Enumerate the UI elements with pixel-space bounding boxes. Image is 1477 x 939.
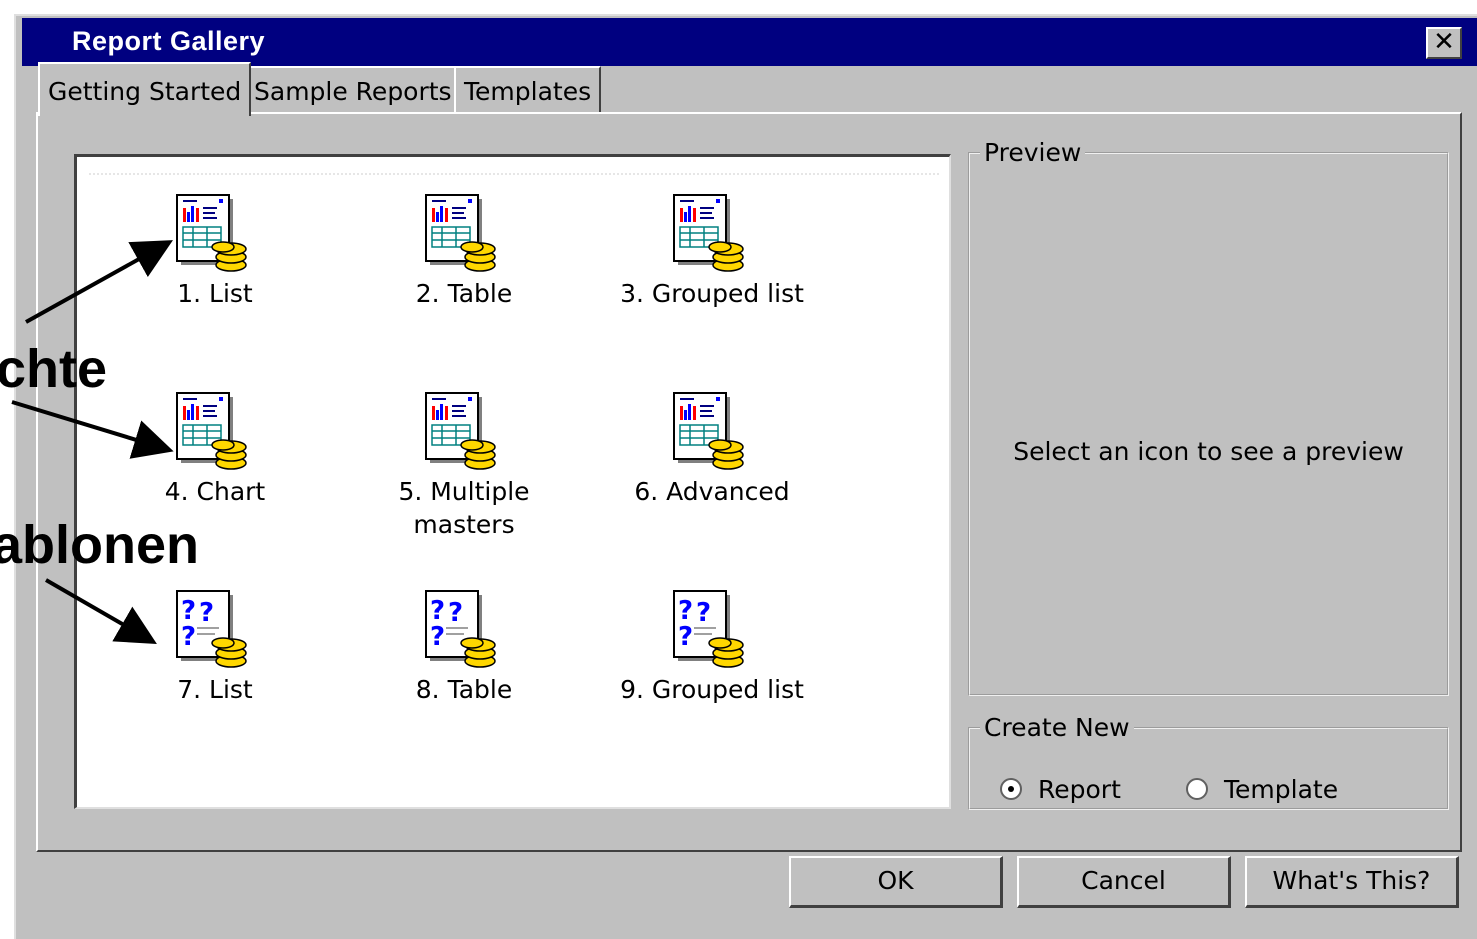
arrow-to-list: [25, 240, 173, 324]
tab-getting-started[interactable]: Getting Started: [38, 62, 252, 116]
arrow-to-chart: [11, 400, 174, 459]
tab-label: Getting Started: [48, 77, 242, 106]
annotation-arrows: [11, 240, 174, 644]
arrow-to-template-list: [45, 578, 157, 644]
